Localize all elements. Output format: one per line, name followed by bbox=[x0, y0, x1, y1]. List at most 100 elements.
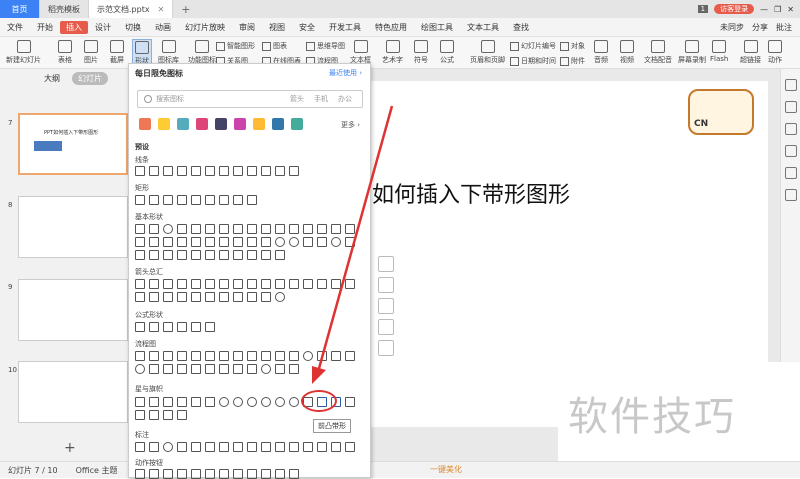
shape-curved-left-arrow[interactable] bbox=[317, 279, 327, 289]
shape-star-5[interactable] bbox=[177, 397, 187, 407]
screen-record-button[interactable]: 屏幕录制 bbox=[678, 40, 706, 65]
close-icon[interactable]: ✕ bbox=[158, 5, 165, 14]
shape-alt-process[interactable] bbox=[149, 351, 159, 361]
printer-icon[interactable] bbox=[215, 118, 227, 130]
wordart-button[interactable]: 艺术字 bbox=[382, 40, 403, 65]
shape-can[interactable] bbox=[233, 237, 243, 247]
shape-delay[interactable] bbox=[233, 364, 243, 374]
style-icon[interactable] bbox=[784, 145, 797, 157]
menu-insert[interactable]: 插入 bbox=[60, 20, 88, 34]
menu-find[interactable]: 查找 bbox=[506, 22, 536, 33]
shape-multiply[interactable] bbox=[163, 322, 173, 332]
shape-direct-access[interactable] bbox=[275, 364, 285, 374]
shape-decagon[interactable] bbox=[303, 224, 313, 234]
attachment-button[interactable]: 附件 bbox=[560, 56, 585, 66]
audio-button[interactable]: 音频 bbox=[594, 40, 608, 65]
shape-double-brace[interactable] bbox=[219, 250, 229, 260]
tab-slides[interactable]: 幻灯片 bbox=[72, 71, 108, 85]
shape-data[interactable] bbox=[177, 351, 187, 361]
shape-line-callout-1[interactable] bbox=[191, 442, 201, 452]
shape-pie[interactable] bbox=[331, 224, 341, 234]
shape-elbow-arrow[interactable] bbox=[191, 166, 201, 176]
doc-voice-button[interactable]: 文档配音 bbox=[644, 40, 672, 65]
action-button[interactable]: 动作 bbox=[768, 40, 782, 65]
shape-manual-operation[interactable] bbox=[289, 351, 299, 361]
shape-donut[interactable] bbox=[275, 237, 285, 247]
shape-left-bracket[interactable] bbox=[233, 250, 243, 260]
shape-star-16[interactable] bbox=[261, 397, 271, 407]
shape-sequential-access[interactable] bbox=[247, 364, 257, 374]
shape-no-symbol[interactable] bbox=[289, 237, 299, 247]
shape-u-turn-arrow[interactable] bbox=[261, 279, 271, 289]
shape-diagonal-stripe[interactable] bbox=[191, 237, 201, 247]
shape-round-one-rect[interactable] bbox=[219, 195, 229, 205]
shape-double-bracket[interactable] bbox=[205, 250, 215, 260]
shape-left-brace[interactable] bbox=[261, 250, 271, 260]
shape-offpage-connector[interactable] bbox=[317, 351, 327, 361]
shape-summing-junction[interactable] bbox=[135, 364, 145, 374]
shape-star-24[interactable] bbox=[275, 397, 285, 407]
shape-curved-connector[interactable] bbox=[219, 166, 229, 176]
shape-accent-callout-1[interactable] bbox=[247, 442, 257, 452]
shape-triangle[interactable] bbox=[177, 224, 187, 234]
shape-arc[interactable] bbox=[191, 250, 201, 260]
slide-thumbnail[interactable] bbox=[18, 279, 128, 341]
shape-left-right-up-arrow[interactable] bbox=[233, 279, 243, 289]
layer-icon[interactable] bbox=[378, 256, 394, 272]
shape-cloud[interactable] bbox=[177, 250, 187, 260]
function-icon-button[interactable]: 功能图标 bbox=[188, 40, 216, 65]
shape-star-4[interactable] bbox=[163, 397, 173, 407]
shape-magnetic-disk[interactable] bbox=[261, 364, 271, 374]
shape-chevron[interactable] bbox=[177, 292, 187, 302]
shape-minus[interactable] bbox=[149, 322, 159, 332]
shape-pentagon-arrow[interactable] bbox=[163, 292, 173, 302]
flash-button[interactable]: Flash bbox=[710, 40, 728, 63]
shape-lightning[interactable] bbox=[135, 250, 145, 260]
new-slide-button[interactable]: 新建幻灯片 bbox=[6, 40, 41, 65]
comment-button[interactable]: 批注 bbox=[776, 22, 792, 33]
header-footer-button[interactable]: 页眉和页脚 bbox=[470, 40, 505, 65]
menu-view[interactable]: 视图 bbox=[262, 22, 292, 33]
shape-heart[interactable] bbox=[345, 237, 355, 247]
shape-collate[interactable] bbox=[163, 364, 173, 374]
chart-button[interactable]: 图表 bbox=[262, 41, 287, 51]
shape-right-triangle[interactable] bbox=[191, 224, 201, 234]
shape-document[interactable] bbox=[219, 351, 229, 361]
shape-border-callout-4[interactable] bbox=[345, 442, 355, 452]
shape-elbow-connector[interactable] bbox=[177, 166, 187, 176]
shape-bent-up-arrow[interactable] bbox=[289, 279, 299, 289]
shape-smiley[interactable] bbox=[331, 237, 341, 247]
add-slide-button[interactable]: + bbox=[64, 440, 76, 456]
shape-quad-arrow[interactable] bbox=[219, 279, 229, 289]
shape-bent-arrow[interactable] bbox=[247, 279, 257, 289]
shape-oval-callout[interactable] bbox=[163, 442, 173, 452]
shape-left-arrow[interactable] bbox=[149, 279, 159, 289]
shape-cube[interactable] bbox=[247, 237, 257, 247]
shape-teardrop[interactable] bbox=[135, 237, 145, 247]
shape-card[interactable] bbox=[331, 351, 341, 361]
shape-curved-down-ribbon[interactable] bbox=[345, 397, 355, 407]
select-icon[interactable] bbox=[784, 79, 797, 91]
shape-double-arrow-line[interactable] bbox=[163, 166, 173, 176]
shape-display[interactable] bbox=[289, 364, 299, 374]
video-button[interactable]: 视频 bbox=[620, 40, 634, 65]
datetime-button[interactable]: 日期和时间 bbox=[510, 56, 556, 66]
shape-divide[interactable] bbox=[177, 322, 187, 332]
shape-explosion-2[interactable] bbox=[149, 397, 159, 407]
shape-or[interactable] bbox=[149, 364, 159, 374]
shape-sort[interactable] bbox=[177, 364, 187, 374]
heart-icon[interactable] bbox=[196, 118, 208, 130]
shape-parallelogram[interactable] bbox=[205, 224, 215, 234]
tab-outline[interactable]: 大纲 bbox=[44, 73, 60, 84]
shape-up-arrow[interactable] bbox=[163, 279, 173, 289]
shape-curve[interactable] bbox=[261, 166, 271, 176]
object-button[interactable]: 对象 bbox=[560, 41, 585, 51]
menu-text-tools[interactable]: 文本工具 bbox=[460, 22, 506, 33]
shape-sun[interactable] bbox=[149, 250, 159, 260]
shape-extract[interactable] bbox=[191, 364, 201, 374]
shape-double-wave[interactable] bbox=[177, 410, 187, 420]
shape-up-arrow-callout[interactable] bbox=[233, 292, 243, 302]
mindmap-button[interactable]: 思维导图 bbox=[306, 41, 345, 51]
shape-trapezoid[interactable] bbox=[219, 224, 229, 234]
slide-title[interactable]: 如何插入下带形图形 bbox=[372, 177, 570, 209]
